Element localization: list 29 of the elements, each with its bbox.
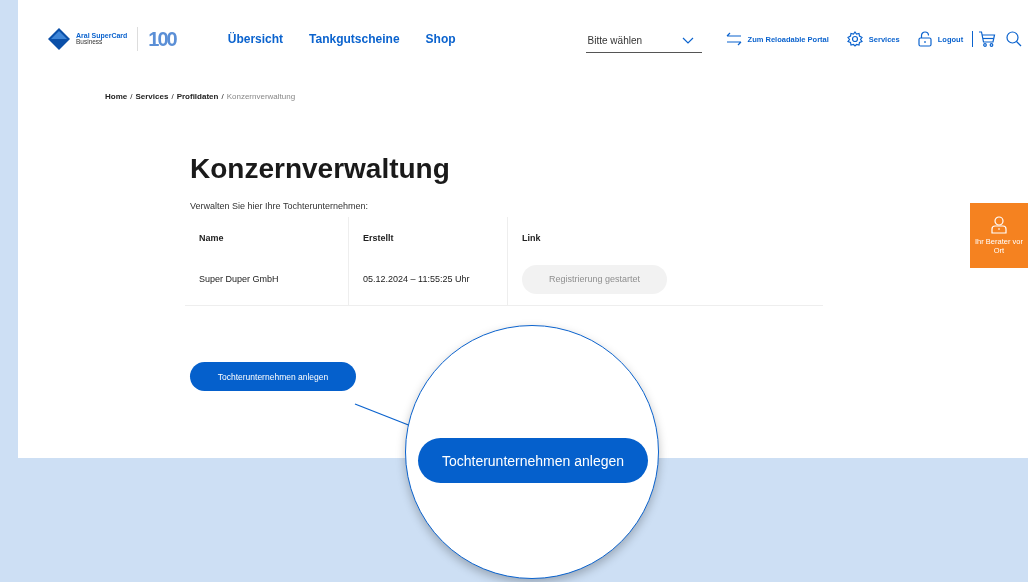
add-subsidiary-button[interactable]: Tochterunternehmen anlegen <box>190 362 356 391</box>
nav-link[interactable]: Shop <box>425 32 456 46</box>
intro-text: Verwalten Sie hier Ihre Tochterunternehmen: <box>190 201 369 211</box>
logo-icon <box>48 28 70 50</box>
breadcrumb-link[interactable]: Profildaten <box>176 92 219 101</box>
column-header: Name <box>198 232 225 245</box>
arrows-icon[interactable] <box>725 32 742 46</box>
settings-icon[interactable] <box>846 31 863 47</box>
table-cell: 05.12.2024 – 11:55:25 Uhr <box>348 259 507 305</box>
chevron-down-icon[interactable] <box>681 36 694 45</box>
dropdown-field[interactable]: Bitte wählen <box>585 35 702 53</box>
cart-icon[interactable] <box>978 31 997 47</box>
column-header: Link <box>507 217 823 259</box>
table-cell-text: Super Duper GmbH <box>198 273 280 286</box>
anniversary-logo: 100 <box>148 27 176 51</box>
page-title: Konzernverwaltung <box>190 153 451 185</box>
column-header: Erstellt <box>348 217 507 259</box>
person-icon <box>991 216 1007 234</box>
search-icon[interactable] <box>1006 31 1023 47</box>
magnified-button[interactable]: Tochterunternehmen anlegen <box>418 438 648 483</box>
nav-link[interactable]: Tankgutscheine <box>309 32 400 46</box>
breadcrumb-separator: / <box>221 92 224 101</box>
breadcrumb-separator: / <box>171 92 174 101</box>
lock-icon[interactable] <box>917 31 932 47</box>
breadcrumb-link[interactable]: Services <box>135 92 169 101</box>
breadcrumb-link[interactable]: Home <box>105 92 128 101</box>
breadcrumb-separator: / <box>130 92 133 101</box>
breadcrumb-current: Konzernverwaltung <box>226 92 296 101</box>
nav-link[interactable]: Übersicht <box>227 32 284 46</box>
